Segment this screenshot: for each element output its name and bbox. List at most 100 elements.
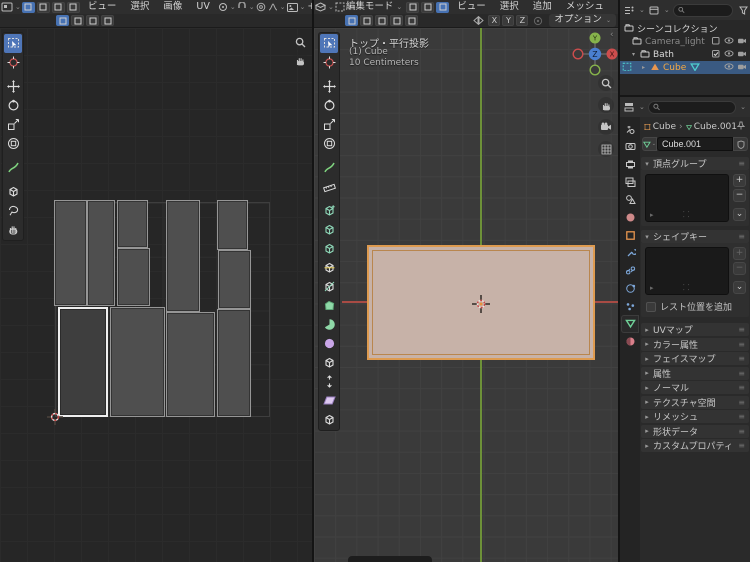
properties-tab-world[interactable] [622,210,638,226]
properties-tab-view-layer[interactable] [622,174,638,190]
properties-tab-scene[interactable] [622,192,638,208]
menu-3[interactable]: メッシュ [559,0,611,14]
list-grip-icon[interactable]: ⸬ [683,209,690,220]
shape-key-specials-button[interactable]: ⌄ [733,281,746,294]
menu-1[interactable]: 選択 [123,0,156,14]
tool-rip-region[interactable] [320,410,338,429]
outliner-item-label[interactable]: Camera_light [645,37,705,47]
uv-tool-mode-extend[interactable] [71,15,84,26]
disclosure-triangle[interactable]: ▾ [632,51,640,58]
outliner-row-Cube[interactable]: ▸ Cube [620,61,750,74]
tool-knife[interactable] [320,277,338,296]
checkbox-empty-icon[interactable] [711,36,721,48]
ortho-grid-icon[interactable] [598,141,614,157]
select-tool-mode-intersect[interactable] [405,15,418,26]
camera-icon[interactable] [737,36,747,48]
mesh-select-mode-face[interactable] [436,1,450,13]
panel-collapsed-カスタムプロパティ[interactable]: ▸ カスタムプロパティ ≡ [641,439,749,452]
new-image-plus[interactable]: + [305,0,312,14]
tool-scale[interactable] [320,115,338,134]
properties-tab-render[interactable] [622,139,638,155]
data-name-input[interactable] [657,137,733,151]
fake-user-shield-icon[interactable] [733,137,748,151]
tool-transform[interactable] [320,134,338,153]
properties-type-icon[interactable] [621,101,637,113]
properties-tab-constraints[interactable] [622,263,638,279]
panel-collapsed-形状データ[interactable]: ▸ 形状データ ≡ [641,424,749,438]
uv-island[interactable] [54,200,87,306]
tool-measure[interactable] [320,177,338,196]
uv-island[interactable] [217,200,248,250]
pivot-icon[interactable] [218,1,228,13]
uv-select-mode-vertex[interactable] [21,1,35,13]
uv-editor-type-icon[interactable] [1,1,13,13]
panel-collapsed-リメッシュ[interactable]: ▸ リメッシュ ≡ [641,410,749,423]
menu-2[interactable]: 追加 [526,0,559,14]
tool-cursor[interactable] [320,53,338,72]
tool-shear[interactable] [320,391,338,410]
tool-rip-region[interactable] [4,182,22,201]
menu-0[interactable]: ビュー [450,0,493,14]
menu-3[interactable]: UV [189,0,216,14]
tool-edge-slide[interactable] [320,353,338,372]
tool-annotate[interactable] [4,158,22,177]
viewport-zoom-icon[interactable] [598,75,614,91]
shape-key-remove-button[interactable]: − [733,262,746,275]
outliner-row-Bath[interactable]: ▾ Bath [620,48,750,61]
proportional-editing-icon[interactable] [256,1,266,13]
uv-island[interactable] [218,250,251,309]
mirror-x-toggle[interactable]: X [488,15,501,26]
select-tool-mode-subtract[interactable] [375,15,388,26]
outliner-search-input[interactable] [684,5,728,15]
camera-icon[interactable] [737,49,747,61]
tool-extrude-region[interactable] [320,201,338,220]
uv-tool-mode-subtract[interactable] [86,15,99,26]
uv-island[interactable] [217,309,251,417]
panel-collapsed-テクスチャ空間[interactable]: ▸ テクスチャ空間 ≡ [641,395,749,409]
panel-vertex-groups-header[interactable]: ▾ 頂点グループ ≡ [641,157,749,170]
uv-2d-cursor[interactable] [47,409,63,425]
outliner-item-label[interactable]: Bath [653,50,674,60]
menu-4[interactable]: 頂点 [611,0,619,14]
mode-dropdown[interactable]: 編集モード [346,0,396,14]
uv-island[interactable] [117,248,150,306]
list-filter-icon[interactable]: ▸ [650,284,654,292]
mirror-z-toggle[interactable]: Z [516,15,529,26]
uv-canvas[interactable] [0,28,312,562]
uv-island[interactable] [117,200,148,248]
uv-island[interactable] [110,307,165,417]
viewport-editor-type-icon[interactable] [315,1,326,13]
uv-tool-mode-set[interactable] [56,15,69,26]
tool-shrink-fatten[interactable] [320,372,338,391]
properties-search-input[interactable] [660,102,732,112]
list-grip-icon[interactable]: ⸬ [683,282,690,293]
filter-funnel-icon[interactable] [737,4,749,16]
shape-key-add-button[interactable]: + [733,247,746,260]
properties-tab-object-data[interactable] [622,315,638,332]
uv-island-selected[interactable] [58,307,108,417]
tool-grab[interactable] [4,220,22,239]
uv-select-mode-edge[interactable] [36,1,50,13]
menu-1[interactable]: 選択 [493,0,526,14]
outliner-item-label[interactable]: Cube [663,63,686,73]
options-dropdown[interactable]: オプション ⌄ [549,14,616,27]
panel-collapsed-UVマップ[interactable]: ▸ UVマップ ≡ [641,323,749,336]
falloff-icon[interactable] [268,1,278,13]
select-tool-mode-extend[interactable] [360,15,373,26]
properties-tab-particles[interactable] [622,298,638,314]
tool-move[interactable] [4,77,22,96]
tool-transform[interactable] [4,134,22,153]
tool-select-box[interactable] [4,34,22,53]
tool-scale[interactable] [4,115,22,134]
outliner-row-Camera_light[interactable]: Camera_light [620,35,750,48]
uv-zoom-icon[interactable] [292,34,308,50]
uv-pan-icon[interactable] [292,52,308,68]
panel-collapsed-ノーマル[interactable]: ▸ ノーマル ≡ [641,381,749,394]
image-browse-icon[interactable] [286,1,298,13]
camera-view-icon[interactable] [598,119,614,135]
viewport-canvas[interactable]: トップ・平行投影 (1) Cube 10 Centimeters Y X Z ‹ [314,28,618,562]
outliner-search[interactable] [672,3,733,17]
camera-icon[interactable] [737,62,747,74]
tool-select-box[interactable] [320,34,338,53]
outliner-display-mode-icon[interactable] [646,4,662,16]
